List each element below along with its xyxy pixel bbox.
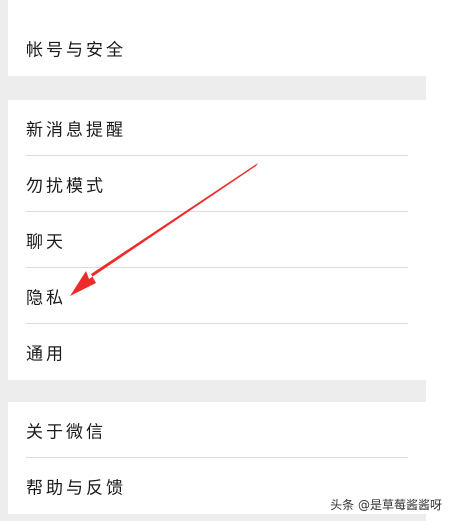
watermark: 头条 @是草莓酱酱呀 [330, 498, 442, 512]
settings-item-label: 关于微信 [26, 422, 106, 443]
settings-item-account-security[interactable]: 帐号与安全 [8, 0, 426, 76]
settings-item-label: 勿扰模式 [26, 176, 106, 197]
settings-item-about-wechat[interactable]: 关于微信 [8, 402, 426, 458]
right-margin [426, 0, 452, 521]
settings-item-label: 通用 [26, 344, 66, 365]
settings-item-label: 帮助与反馈 [26, 478, 126, 499]
settings-item-label: 新消息提醒 [26, 120, 126, 141]
settings-item-label: 隐私 [26, 288, 66, 309]
settings-item-do-not-disturb[interactable]: 勿扰模式 [8, 156, 426, 212]
settings-item-general[interactable]: 通用 [8, 324, 426, 380]
settings-item-chat[interactable]: 聊天 [8, 212, 426, 268]
settings-item-label: 帐号与安全 [26, 40, 126, 61]
settings-item-privacy[interactable]: 隐私 [8, 268, 426, 324]
settings-item-new-message-notifications[interactable]: 新消息提醒 [8, 100, 426, 156]
settings-item-label: 聊天 [26, 232, 66, 253]
